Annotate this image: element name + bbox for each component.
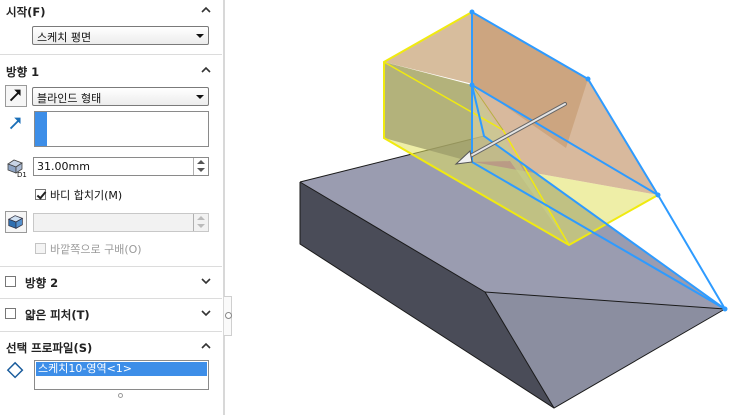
property-manager-panel: 시작(F) 스케치 평면 방향 1 블라인드 형태 D1 31.00mm 바디: [0, 0, 222, 415]
direction2-section-title: 방향 2: [25, 276, 59, 290]
chevron-up-icon[interactable]: [200, 340, 212, 352]
selected-contours-list[interactable]: 스케치10-영역<1>: [34, 360, 209, 390]
selected-contour-item[interactable]: 스케치10-영역<1>: [36, 362, 207, 376]
start-condition-value: 스케치 평면: [37, 31, 92, 44]
direction2-checkbox[interactable]: [5, 276, 16, 287]
selected-contours-section-title: 선택 프로파일(S): [6, 341, 93, 355]
start-section-title: 시작(F): [6, 5, 46, 19]
thin-feature-section-header[interactable]: 얇은 피처(T): [0, 303, 222, 325]
chevron-up-icon[interactable]: [200, 64, 212, 76]
chevron-down-icon[interactable]: [200, 275, 212, 287]
direction1-section-header[interactable]: 방향 1: [0, 60, 222, 82]
base-slope-face[interactable]: [485, 292, 725, 408]
draft-outward-checkbox[interactable]: [35, 243, 46, 254]
dropdown-arrow-icon: [196, 95, 204, 99]
contour-diamond-icon: [6, 361, 28, 383]
divider: [0, 298, 222, 299]
divider: [0, 54, 222, 55]
divider: [0, 266, 222, 267]
divider: [0, 331, 222, 332]
svg-text:D1: D1: [17, 171, 27, 178]
direction-arrow-icon: [6, 114, 28, 136]
draft-outward-label: 바깥쪽으로 구배(O): [50, 243, 142, 256]
merge-bodies-checkbox[interactable]: [35, 189, 46, 200]
start-section-header[interactable]: 시작(F): [0, 0, 222, 22]
merge-bodies-label: 바디 합치기(M): [50, 189, 123, 202]
selected-contours-section-header[interactable]: 선택 프로파일(S): [0, 336, 222, 358]
depth-dimension-icon: D1: [5, 156, 27, 179]
thin-feature-checkbox[interactable]: [5, 308, 16, 319]
depth-input[interactable]: 31.00mm: [33, 157, 209, 176]
direction1-section-title: 방향 1: [6, 65, 40, 79]
draft-angle-input[interactable]: [33, 213, 209, 232]
reverse-direction-icon[interactable]: [5, 85, 27, 107]
end-condition-dropdown[interactable]: 블라인드 형태: [32, 87, 209, 106]
selection-color-swatch: [35, 112, 47, 146]
draft-icon[interactable]: [5, 211, 27, 233]
dropdown-arrow-icon: [196, 34, 204, 38]
thin-feature-section-title: 얇은 피처(T): [25, 308, 90, 322]
start-condition-dropdown[interactable]: 스케치 평면: [32, 26, 209, 45]
depth-spinner[interactable]: [193, 158, 208, 175]
end-condition-value: 블라인드 형태: [37, 92, 102, 105]
draft-angle-spinner[interactable]: [193, 214, 208, 231]
chevron-up-icon[interactable]: [200, 4, 212, 16]
resize-grip[interactable]: [118, 393, 123, 398]
direction-vector-selection-box[interactable]: [34, 111, 209, 147]
chevron-down-icon[interactable]: [200, 307, 212, 319]
direction2-section-header[interactable]: 방향 2: [0, 271, 222, 293]
graphics-viewport[interactable]: [225, 0, 733, 415]
depth-value: 31.00mm: [37, 160, 90, 173]
